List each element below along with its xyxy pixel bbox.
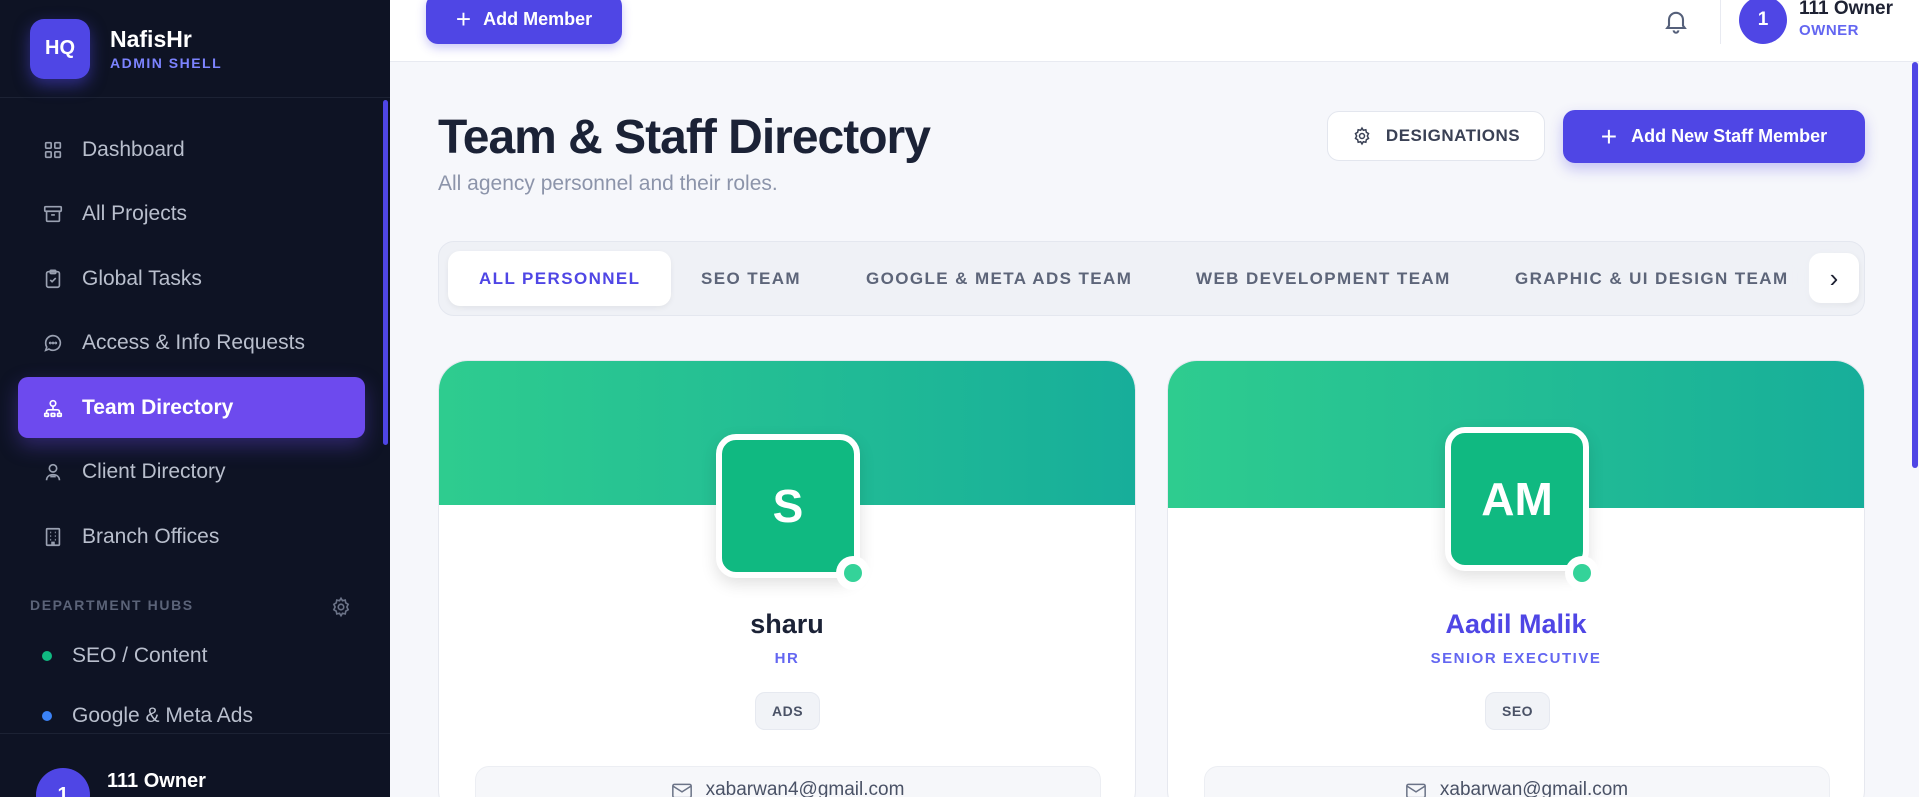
tab-design-team[interactable]: GRAPHIC & UI DESIGN TEAM bbox=[1515, 251, 1789, 306]
brand-subtitle: ADMIN SHELL bbox=[110, 55, 223, 71]
tab-all-personnel[interactable]: ALL PERSONNEL bbox=[448, 251, 672, 306]
user-role: OWNER bbox=[1799, 22, 1859, 39]
sidebar-item-branch-offices[interactable]: Branch Offices bbox=[18, 506, 365, 567]
sidebar-item-all-projects[interactable]: All Projects bbox=[18, 184, 365, 245]
sidebar-nav: Dashboard All Projects Global Tasks Acce… bbox=[18, 119, 365, 571]
chevron-down-icon[interactable]: ⌄ bbox=[330, 786, 345, 797]
page-title: Team & Staff Directory bbox=[438, 111, 931, 164]
hub-label: SEO / Content bbox=[72, 644, 208, 667]
gear-icon bbox=[1354, 126, 1370, 146]
building-icon bbox=[45, 527, 61, 546]
tab-web-development-team[interactable]: WEB DEVELOPMENT TEAM bbox=[1196, 251, 1451, 306]
sidebar-item-label: Team Directory bbox=[82, 395, 234, 419]
sidebar-item-label: Branch Offices bbox=[82, 524, 220, 548]
sidebar-item-access-requests[interactable]: Access & Info Requests bbox=[18, 313, 365, 374]
hub-item-seo[interactable]: SEO / Content bbox=[42, 644, 207, 668]
mail-icon bbox=[1405, 783, 1426, 797]
staff-role: SENIOR EXECUTIVE bbox=[1430, 650, 1602, 667]
online-status-indicator bbox=[836, 556, 870, 590]
sidebar: HQ NafisHr ADMIN SHELL Dashboard All Pro… bbox=[0, 0, 390, 797]
designations-button[interactable]: DESIGNATIONS bbox=[1327, 111, 1545, 161]
sidebar-user-menu[interactable]: 1 111 Owner ⌄ bbox=[0, 733, 390, 797]
sidebar-scrollbar[interactable] bbox=[383, 100, 388, 445]
add-member-label: Add Member bbox=[483, 8, 593, 29]
gear-icon bbox=[332, 596, 350, 618]
sidebar-item-label: Global Tasks bbox=[82, 266, 202, 290]
brand: HQ NafisHr ADMIN SHELL bbox=[0, 0, 390, 98]
department-badge: SEO bbox=[1485, 692, 1551, 730]
tab-seo-team[interactable]: SEO TEAM bbox=[701, 251, 801, 306]
designations-label: DESIGNATIONS bbox=[1385, 126, 1521, 145]
sidebar-item-dashboard[interactable]: Dashboard bbox=[18, 119, 365, 180]
main-scrollbar[interactable] bbox=[1912, 62, 1918, 468]
tab-ads-team[interactable]: GOOGLE & META ADS TEAM bbox=[866, 251, 1132, 306]
divider bbox=[1720, 0, 1721, 44]
staff-name: Aadil Malik bbox=[1445, 609, 1587, 639]
email-text: xabarwan4@gmail.com bbox=[705, 779, 905, 797]
email-text: xabarwan@gmail.com bbox=[1439, 779, 1629, 797]
sidebar-item-label: Dashboard bbox=[82, 137, 185, 161]
department-badge: ADS bbox=[755, 692, 821, 730]
hub-item-ads[interactable]: Google & Meta Ads bbox=[42, 704, 253, 728]
department-hubs-heading: DEPARTMENT HUBS bbox=[30, 597, 194, 613]
plus-icon: + bbox=[455, 3, 472, 34]
brand-logo[interactable]: HQ bbox=[30, 18, 90, 79]
sidebar-item-global-tasks[interactable]: Global Tasks bbox=[18, 248, 365, 309]
notifications-button[interactable] bbox=[1662, 6, 1690, 36]
staff-card[interactable]: S sharu HR ADS xabarwan4@gmail.com bbox=[438, 360, 1136, 797]
chat-icon bbox=[44, 334, 62, 352]
staff-name: sharu bbox=[750, 609, 824, 639]
avatar: S bbox=[716, 434, 860, 578]
team-icon bbox=[43, 399, 63, 417]
department-tabs: ALL PERSONNEL SEO TEAM GOOGLE & META ADS… bbox=[438, 241, 1865, 316]
top-bar: + Add Member 1 111 Owner OWNER bbox=[390, 0, 1919, 62]
clipboard-icon bbox=[45, 268, 61, 288]
sidebar-item-client-directory[interactable]: Client Directory bbox=[18, 442, 365, 503]
bell-icon bbox=[1665, 11, 1687, 34]
user-name: 111 Owner bbox=[1799, 0, 1894, 19]
avatar: AM bbox=[1445, 427, 1589, 571]
hub-label: Google & Meta Ads bbox=[72, 704, 253, 727]
email-field[interactable]: xabarwan4@gmail.com bbox=[475, 766, 1101, 797]
brand-name: NafisHr bbox=[110, 26, 192, 52]
archive-icon bbox=[43, 205, 63, 223]
grid-icon bbox=[44, 141, 62, 158]
add-staff-button[interactable]: + Add New Staff Member bbox=[1563, 110, 1865, 163]
online-status-indicator bbox=[1565, 556, 1599, 590]
chevron-right-icon: › bbox=[1829, 262, 1839, 293]
user-menu[interactable]: 111 Owner OWNER bbox=[1799, 0, 1893, 39]
sidebar-item-label: Client Directory bbox=[82, 460, 226, 483]
add-member-button[interactable]: + Add Member bbox=[426, 0, 622, 44]
plus-icon: + bbox=[1600, 120, 1618, 152]
sidebar-item-label: Access & Info Requests bbox=[82, 331, 305, 354]
hubs-settings-button[interactable] bbox=[330, 596, 352, 618]
staff-role: HR bbox=[774, 650, 800, 667]
avatar: 1 bbox=[36, 768, 90, 797]
page-subtitle: All agency personnel and their roles. bbox=[438, 172, 778, 195]
staff-card[interactable]: AM Aadil Malik SENIOR EXECUTIVE SEO xaba… bbox=[1167, 360, 1865, 797]
hub-status-dot bbox=[42, 711, 52, 721]
avatar[interactable]: 1 bbox=[1739, 0, 1787, 44]
sidebar-user-name: 111 Owner bbox=[107, 770, 206, 792]
email-field[interactable]: xabarwan@gmail.com bbox=[1204, 766, 1830, 797]
sidebar-item-team-directory[interactable]: Team Directory bbox=[18, 377, 365, 438]
tabs-scroll-right-button[interactable]: › bbox=[1809, 253, 1859, 303]
users-icon bbox=[45, 463, 61, 481]
add-staff-label: Add New Staff Member bbox=[1631, 126, 1828, 146]
mail-icon bbox=[671, 783, 692, 797]
hub-status-dot bbox=[42, 651, 52, 661]
sidebar-item-label: All Projects bbox=[82, 202, 188, 225]
